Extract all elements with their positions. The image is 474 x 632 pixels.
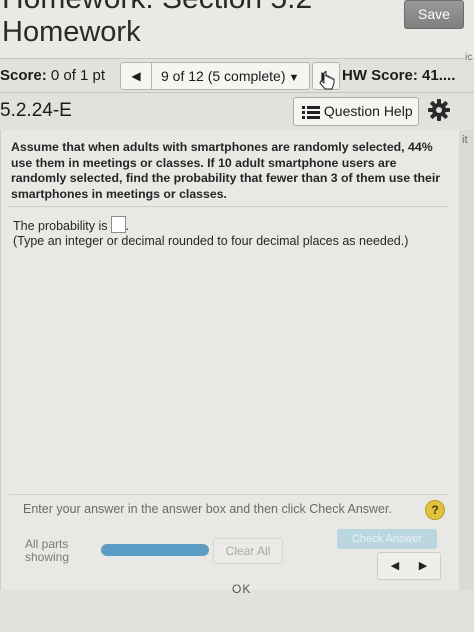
score-bar: Score: 0 of 1 pt ◀ 9 of 12 (5 complete) ▼… — [0, 59, 474, 92]
answer-input[interactable] — [110, 216, 126, 233]
mouse-pointer-icon — [319, 71, 335, 90]
check-answer-button[interactable]: Check Answer — [337, 529, 437, 549]
gear-icon[interactable] — [428, 99, 450, 121]
question-help-label: Question Help — [323, 103, 413, 119]
clear-all-button[interactable]: Clear All — [213, 538, 283, 564]
help-hint-icon[interactable]: ? — [425, 500, 445, 520]
answer-suffix: . — [125, 219, 129, 233]
caret-down-icon: ▼ — [288, 72, 300, 84]
right-edge — [458, 130, 474, 590]
page-title-cut: Homework: Section 5.2 — [2, 0, 312, 14]
list-icon — [302, 106, 320, 120]
question-text: Assume that when adults with smartphones… — [11, 140, 441, 201]
score-label: Score: — [0, 67, 47, 84]
parts-label-line: showing — [25, 550, 70, 564]
parts-progress-bar — [101, 544, 209, 556]
ok-button-peek[interactable]: OK — [232, 582, 251, 596]
divider — [9, 206, 449, 207]
answer-note: (Type an integer or decimal rounded to f… — [13, 234, 409, 248]
answer-line: The probability is. — [13, 216, 129, 233]
question-help-button[interactable]: Question Help — [293, 97, 419, 126]
answer-prefix: The probability is — [13, 219, 108, 233]
side-cut-text: it — [462, 134, 468, 146]
part-pager: ◀ ▶ — [377, 552, 441, 580]
page-title: Homework — [2, 16, 141, 48]
question-selector[interactable]: 9 of 12 (5 complete) ▼ — [161, 63, 299, 89]
parts-label: All parts showing — [25, 538, 69, 564]
previous-question-button[interactable]: ◀ — [121, 63, 152, 89]
question-panel: Assume that when adults with smartphones… — [0, 130, 459, 590]
score-value: 0 of 1 pt — [50, 67, 106, 84]
top-header: Homework: Section 5.2 Homework Save ic — [0, 0, 474, 63]
save-button[interactable]: Save — [404, 0, 464, 29]
question-id: 5.2.24-E — [0, 100, 72, 121]
question-progress-label: 9 of 12 (5 complete) — [161, 68, 286, 84]
triangle-left-icon[interactable]: ◀ — [380, 553, 410, 579]
hw-score: HW Score: 41.... — [342, 67, 456, 84]
triangle-right-icon[interactable]: ▶ — [408, 553, 438, 579]
divider — [9, 494, 449, 495]
divider — [0, 92, 474, 93]
triangle-left-icon: ◀ — [131, 69, 141, 83]
question-header: 5.2.24-E Question Help — [0, 94, 474, 128]
instruction-text: Enter your answer in the answer box and … — [23, 502, 392, 516]
question-navigator: ◀ 9 of 12 (5 complete) ▼ — [120, 62, 310, 90]
score: Score: 0 of 1 pt — [0, 67, 105, 84]
